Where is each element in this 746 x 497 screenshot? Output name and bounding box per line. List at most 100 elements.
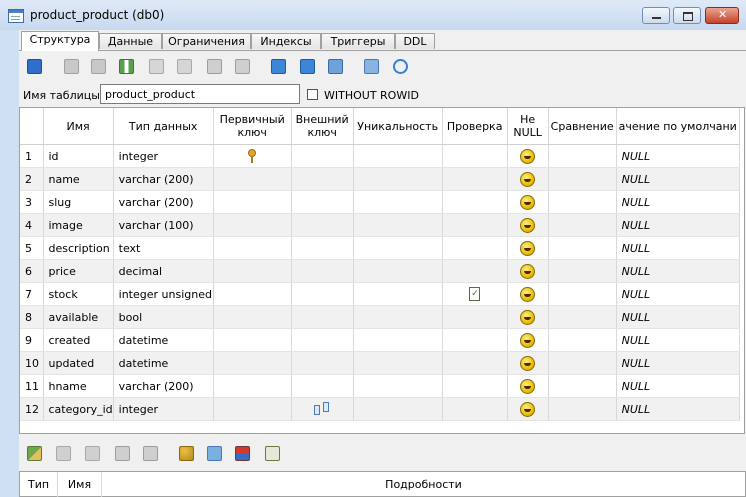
- notnull-cell[interactable]: [507, 374, 549, 398]
- default-cell[interactable]: NULL: [616, 190, 740, 214]
- notnull-cell[interactable]: [507, 213, 549, 237]
- column-name[interactable]: name: [43, 167, 114, 191]
- default-cell[interactable]: NULL: [616, 328, 740, 352]
- pk-cell[interactable]: [213, 305, 292, 329]
- table-row[interactable]: 10 updated datetime NULL: [20, 351, 740, 375]
- collate-cell[interactable]: [548, 351, 617, 375]
- default-cell[interactable]: NULL: [616, 236, 740, 260]
- table-row[interactable]: 6 price decimal NULL: [20, 259, 740, 283]
- column-name[interactable]: stock: [43, 282, 114, 306]
- fk-cell[interactable]: [291, 167, 354, 191]
- notnull-cell[interactable]: [507, 144, 549, 168]
- delete-column-icon[interactable]: [177, 59, 192, 74]
- add-pk-constraint-icon[interactable]: [179, 446, 194, 461]
- collate-cell[interactable]: [548, 374, 617, 398]
- notnull-cell[interactable]: [507, 305, 549, 329]
- constraints-header-name[interactable]: Имя: [58, 472, 102, 497]
- pk-cell[interactable]: [213, 351, 292, 375]
- header-default[interactable]: ачение по умолчани: [616, 108, 740, 145]
- table-row[interactable]: 11 hname varchar (200) NULL: [20, 374, 740, 398]
- default-cell[interactable]: NULL: [616, 305, 740, 329]
- header-notnull[interactable]: Не NULL: [507, 108, 549, 145]
- add-unique-icon[interactable]: [328, 59, 343, 74]
- unique-cell[interactable]: [353, 351, 443, 375]
- tab-data[interactable]: Данные: [99, 33, 162, 49]
- collate-cell[interactable]: [548, 328, 617, 352]
- table-row[interactable]: 4 image varchar (100) NULL: [20, 213, 740, 237]
- collate-cell[interactable]: [548, 144, 617, 168]
- pk-cell[interactable]: [213, 213, 292, 237]
- column-name[interactable]: image: [43, 213, 114, 237]
- add-table-pk-icon[interactable]: [271, 59, 286, 74]
- pk-cell[interactable]: [213, 144, 292, 168]
- fk-cell[interactable]: [291, 282, 354, 306]
- add-fk-constraint-icon[interactable]: [207, 446, 222, 461]
- default-cell[interactable]: NULL: [616, 351, 740, 375]
- unique-cell[interactable]: [353, 374, 443, 398]
- fk-cell[interactable]: [291, 397, 354, 421]
- column-type[interactable]: decimal: [113, 259, 214, 283]
- collate-cell[interactable]: [548, 305, 617, 329]
- column-name[interactable]: id: [43, 144, 114, 168]
- table-name-input[interactable]: [100, 84, 300, 104]
- column-name[interactable]: description: [43, 236, 114, 260]
- close-button[interactable]: [705, 7, 739, 24]
- notnull-cell[interactable]: [507, 167, 549, 191]
- unique-cell[interactable]: [353, 305, 443, 329]
- fk-cell[interactable]: [291, 305, 354, 329]
- collate-cell[interactable]: [548, 282, 617, 306]
- unique-cell[interactable]: [353, 236, 443, 260]
- commit-icon[interactable]: [64, 59, 79, 74]
- column-name[interactable]: price: [43, 259, 114, 283]
- pk-cell[interactable]: [213, 236, 292, 260]
- column-name[interactable]: category_id: [43, 397, 114, 421]
- pk-cell[interactable]: [213, 282, 292, 306]
- fk-cell[interactable]: [291, 236, 354, 260]
- tab-structure[interactable]: Структура: [21, 31, 99, 51]
- check-cell[interactable]: [442, 213, 508, 237]
- column-name[interactable]: available: [43, 305, 114, 329]
- fk-cell[interactable]: [291, 328, 354, 352]
- column-type[interactable]: varchar (100): [113, 213, 214, 237]
- pk-cell[interactable]: [213, 328, 292, 352]
- fk-cell[interactable]: [291, 259, 354, 283]
- default-cell[interactable]: NULL: [616, 167, 740, 191]
- column-type[interactable]: datetime: [113, 328, 214, 352]
- notnull-cell[interactable]: [507, 351, 549, 375]
- constraint-down-icon[interactable]: [143, 446, 158, 461]
- pk-cell[interactable]: [213, 190, 292, 214]
- default-cell[interactable]: NULL: [616, 397, 740, 421]
- notnull-cell[interactable]: [507, 259, 549, 283]
- pk-cell[interactable]: [213, 397, 292, 421]
- without-rowid-checkbox[interactable]: [307, 89, 318, 100]
- unique-cell[interactable]: [353, 213, 443, 237]
- notnull-cell[interactable]: [507, 190, 549, 214]
- columns-grid[interactable]: Имя Тип данных Первичный ключ Внешний кл…: [19, 107, 745, 434]
- notnull-cell[interactable]: [507, 328, 549, 352]
- column-name[interactable]: created: [43, 328, 114, 352]
- header-check[interactable]: Проверка: [442, 108, 508, 145]
- collate-cell[interactable]: [548, 167, 617, 191]
- fk-cell[interactable]: [291, 374, 354, 398]
- rollback-icon[interactable]: [91, 59, 106, 74]
- default-cell[interactable]: NULL: [616, 259, 740, 283]
- column-type[interactable]: varchar (200): [113, 374, 214, 398]
- default-cell[interactable]: NULL: [616, 144, 740, 168]
- column-type[interactable]: integer: [113, 397, 214, 421]
- tab-indexes[interactable]: Индексы: [251, 33, 321, 49]
- table-row[interactable]: 12 category_id integer NULL: [20, 397, 740, 421]
- check-cell[interactable]: [442, 236, 508, 260]
- unique-cell[interactable]: [353, 328, 443, 352]
- check-cell[interactable]: [442, 190, 508, 214]
- notnull-cell[interactable]: [507, 236, 549, 260]
- pk-cell[interactable]: [213, 167, 292, 191]
- add-check-constraint-icon[interactable]: [265, 446, 280, 461]
- tab-triggers[interactable]: Триггеры: [321, 33, 395, 49]
- refresh-icon[interactable]: [27, 59, 42, 74]
- copy-ddl-icon[interactable]: [364, 59, 379, 74]
- check-cell[interactable]: [442, 328, 508, 352]
- column-type[interactable]: bool: [113, 305, 214, 329]
- unique-cell[interactable]: [353, 144, 443, 168]
- default-cell[interactable]: NULL: [616, 213, 740, 237]
- table-row[interactable]: 2 name varchar (200) NULL: [20, 167, 740, 191]
